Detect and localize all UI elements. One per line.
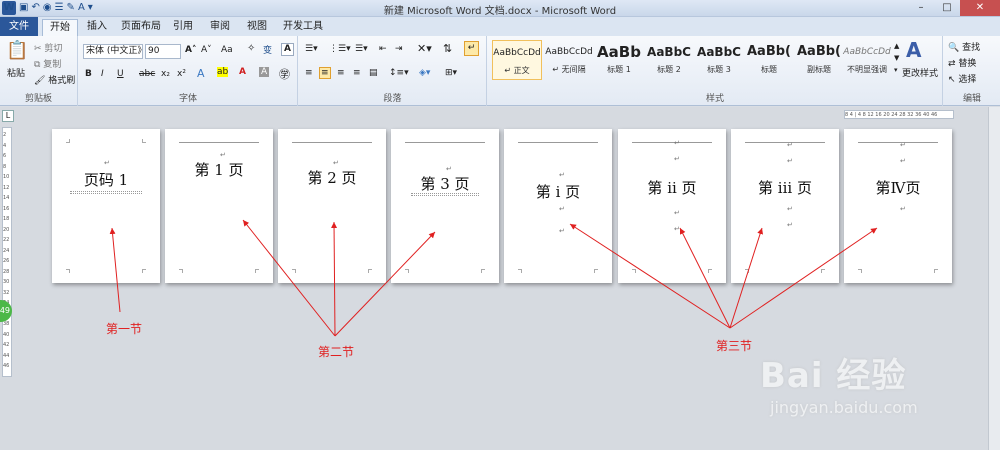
arrow-section2-p3 xyxy=(334,231,436,337)
section-2-label: 第二节 xyxy=(318,345,355,359)
watermark-logo: Bai 经验 xyxy=(760,356,907,396)
arrow-section3-p2 xyxy=(679,227,731,329)
arrow-section3-p1 xyxy=(569,223,731,329)
watermark-url: jingyan.baidu.com xyxy=(770,398,918,417)
arrow-section2-p1 xyxy=(242,219,336,337)
arrow-section1 xyxy=(109,227,121,313)
arrow-section3-p3 xyxy=(729,227,764,329)
section-1-label: 第一节 xyxy=(106,322,143,336)
arrow-section3-p4 xyxy=(729,227,878,329)
section-3-label: 第三节 xyxy=(716,339,753,353)
arrow-section2-p2 xyxy=(331,221,338,337)
baidu-watermark: Bai 经验 jingyan.baidu.com xyxy=(760,340,960,430)
